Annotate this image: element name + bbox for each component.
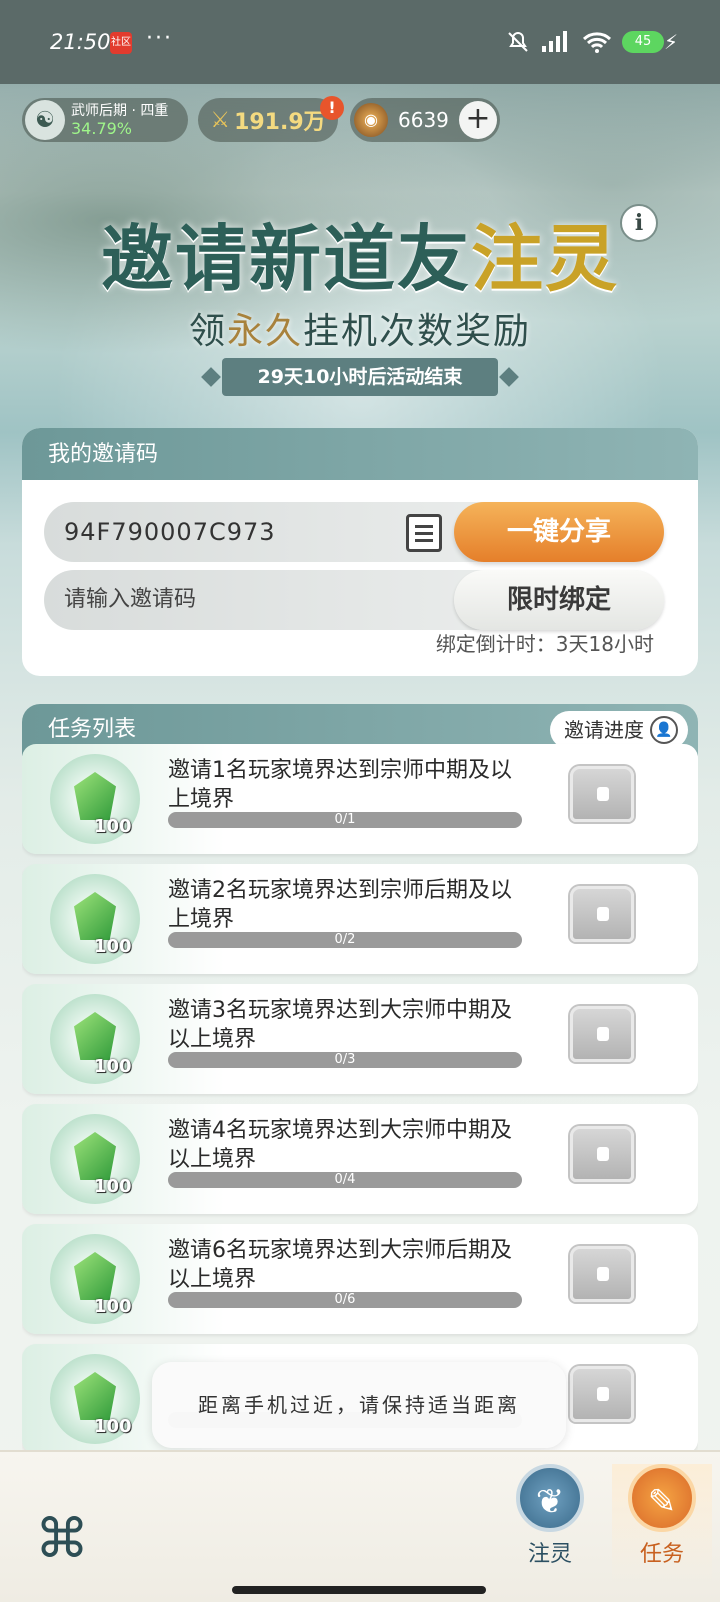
jade-reward-icon: 100 <box>50 1234 140 1324</box>
reward-count: 100 <box>94 1296 132 1317</box>
tab-tasks-label: 任务 <box>639 1542 684 1567</box>
invite-code: 94F790007C973 <box>64 518 276 546</box>
bind-button[interactable]: 限时绑定 <box>454 570 664 630</box>
home-indicator[interactable] <box>232 1586 486 1594</box>
reward-count: 100 <box>94 816 132 837</box>
task-row[interactable]: 100 邀请1名玩家境界达到宗师中期及以上境界 0/1 <box>22 744 698 854</box>
task-description: 邀请1名玩家境界达到宗师中期及以上境界 <box>168 758 512 812</box>
community-app-icon: 社区 <box>110 32 132 54</box>
add-currency-button[interactable]: + <box>459 101 497 139</box>
reward-count: 100 <box>94 936 132 957</box>
treasure-chest-icon[interactable] <box>570 1246 634 1302</box>
combat-power[interactable]: ⚔ 191.9万 <box>198 98 338 142</box>
reward-count: 100 <box>94 1056 132 1077</box>
tab-infuse[interactable]: ❦ 注灵 <box>500 1464 600 1584</box>
status-time: 21:50 <box>50 30 111 54</box>
task-progress-text: 0/2 <box>334 932 356 947</box>
realm-progress: 34.79% <box>71 119 133 138</box>
task-progress-text: 0/4 <box>334 1172 356 1187</box>
avatar: ☯ <box>25 100 65 140</box>
task-row[interactable]: 100 邀请6名玩家境界达到大宗师后期及以上境界 0/6 <box>22 1224 698 1334</box>
task-progress-bar: 0/1 <box>168 812 522 828</box>
game-logo-icon[interactable]: ⌘ <box>28 1508 96 1570</box>
toast-message: 距离手机过近，请保持适当距离 <box>152 1362 566 1448</box>
info-button[interactable]: i <box>620 204 658 242</box>
task-progress-text: 0/6 <box>334 1292 356 1307</box>
jade-reward-icon: 100 <box>50 874 140 964</box>
tab-infuse-label: 注灵 <box>527 1542 572 1567</box>
page-title: 邀请新道友注灵 <box>100 217 620 301</box>
treasure-chest-icon[interactable] <box>570 1126 634 1182</box>
battery-icon: 45 <box>622 31 664 53</box>
reward-count: 100 <box>94 1176 132 1197</box>
copy-icon[interactable] <box>406 514 442 552</box>
power-icon: ⚔ <box>210 107 231 133</box>
task-description: 邀请2名玩家境界达到宗师后期及以上境界 <box>168 878 512 932</box>
jade-reward-icon: 100 <box>50 1354 140 1444</box>
invite-code-panel: 我的邀请码 94F790007C973 一键分享 请输入邀请码 限时绑定 绑定倒… <box>22 428 698 676</box>
task-progress-bar: 0/4 <box>168 1172 522 1188</box>
realm-status[interactable]: ☯ 武师后期 · 四重 34.79% <box>22 98 188 142</box>
task-list-panel: 任务列表 邀请进度 👤 100 邀请1名玩家境界达到宗师中期及以上境界 0/1 100… <box>22 704 698 1450</box>
task-progress-text: 0/1 <box>334 812 356 827</box>
bottom-nav: ⌘ ❦ 注灵 ✎ 任务 <box>0 1450 720 1602</box>
treasure-chest-icon[interactable] <box>570 1366 634 1422</box>
bind-countdown: 绑定倒计时：3天18小时 <box>435 632 654 656</box>
task-description: 邀请4名玩家境界达到大宗师中期及以上境界 <box>168 1118 512 1172</box>
status-bar: 21:50 社区 ··· 45 ⚡ <box>0 0 720 84</box>
currency-value: 6639 <box>398 108 449 132</box>
add-friend-icon: 👤 <box>650 716 678 744</box>
mute-icon <box>508 31 528 52</box>
task-row[interactable]: 100 邀请4名玩家境界达到大宗师中期及以上境界 0/4 <box>22 1104 698 1214</box>
task-row[interactable]: 100 邀请3名玩家境界达到大宗师中期及以上境界 0/3 <box>22 984 698 1094</box>
share-button[interactable]: 一键分享 <box>454 502 664 562</box>
realm-label: 武师后期 · 四重 <box>71 103 169 119</box>
task-progress-bar: 0/6 <box>168 1292 522 1308</box>
reward-count: 100 <box>94 1416 132 1437</box>
tab-tasks[interactable]: ✎ 任务 <box>612 1464 712 1584</box>
more-notifications-icon: ··· <box>146 26 173 51</box>
signal-icon <box>542 31 567 52</box>
currency-display: ◉ 6639 + <box>350 98 500 142</box>
jade-reward-icon: 100 <box>50 754 140 844</box>
task-progress-text: 0/3 <box>334 1052 356 1067</box>
my-invite-code-field: 94F790007C973 一键分享 <box>44 502 664 562</box>
leaf-icon: ❦ <box>516 1464 584 1532</box>
event-countdown: 29天10小时后活动结束 <box>222 358 498 396</box>
scroll-icon: ✎ <box>628 1464 696 1532</box>
spirit-coin-icon: ◉ <box>354 103 388 137</box>
power-value: 191.9万 <box>234 110 326 135</box>
invite-code-input[interactable]: 请输入邀请码 <box>64 570 196 630</box>
treasure-chest-icon[interactable] <box>570 766 634 822</box>
task-progress-bar: 0/2 <box>168 932 522 948</box>
task-row[interactable]: 100 邀请2名玩家境界达到宗师后期及以上境界 0/2 <box>22 864 698 974</box>
charging-icon: ⚡ <box>663 30 678 54</box>
jade-reward-icon: 100 <box>50 994 140 1084</box>
alert-badge: ! <box>320 96 344 120</box>
treasure-chest-icon[interactable] <box>570 1006 634 1062</box>
enter-invite-code-field[interactable]: 请输入邀请码 限时绑定 <box>44 570 664 630</box>
task-description: 邀请3名玩家境界达到大宗师中期及以上境界 <box>168 998 512 1052</box>
jade-reward-icon: 100 <box>50 1114 140 1204</box>
task-description: 邀请6名玩家境界达到大宗师后期及以上境界 <box>168 1238 512 1292</box>
treasure-chest-icon[interactable] <box>570 886 634 942</box>
invite-panel-header: 我的邀请码 <box>22 428 698 480</box>
task-progress-bar: 0/3 <box>168 1052 522 1068</box>
page-subtitle: 领永久挂机次数奖励 <box>188 311 532 352</box>
wifi-icon <box>582 32 612 53</box>
